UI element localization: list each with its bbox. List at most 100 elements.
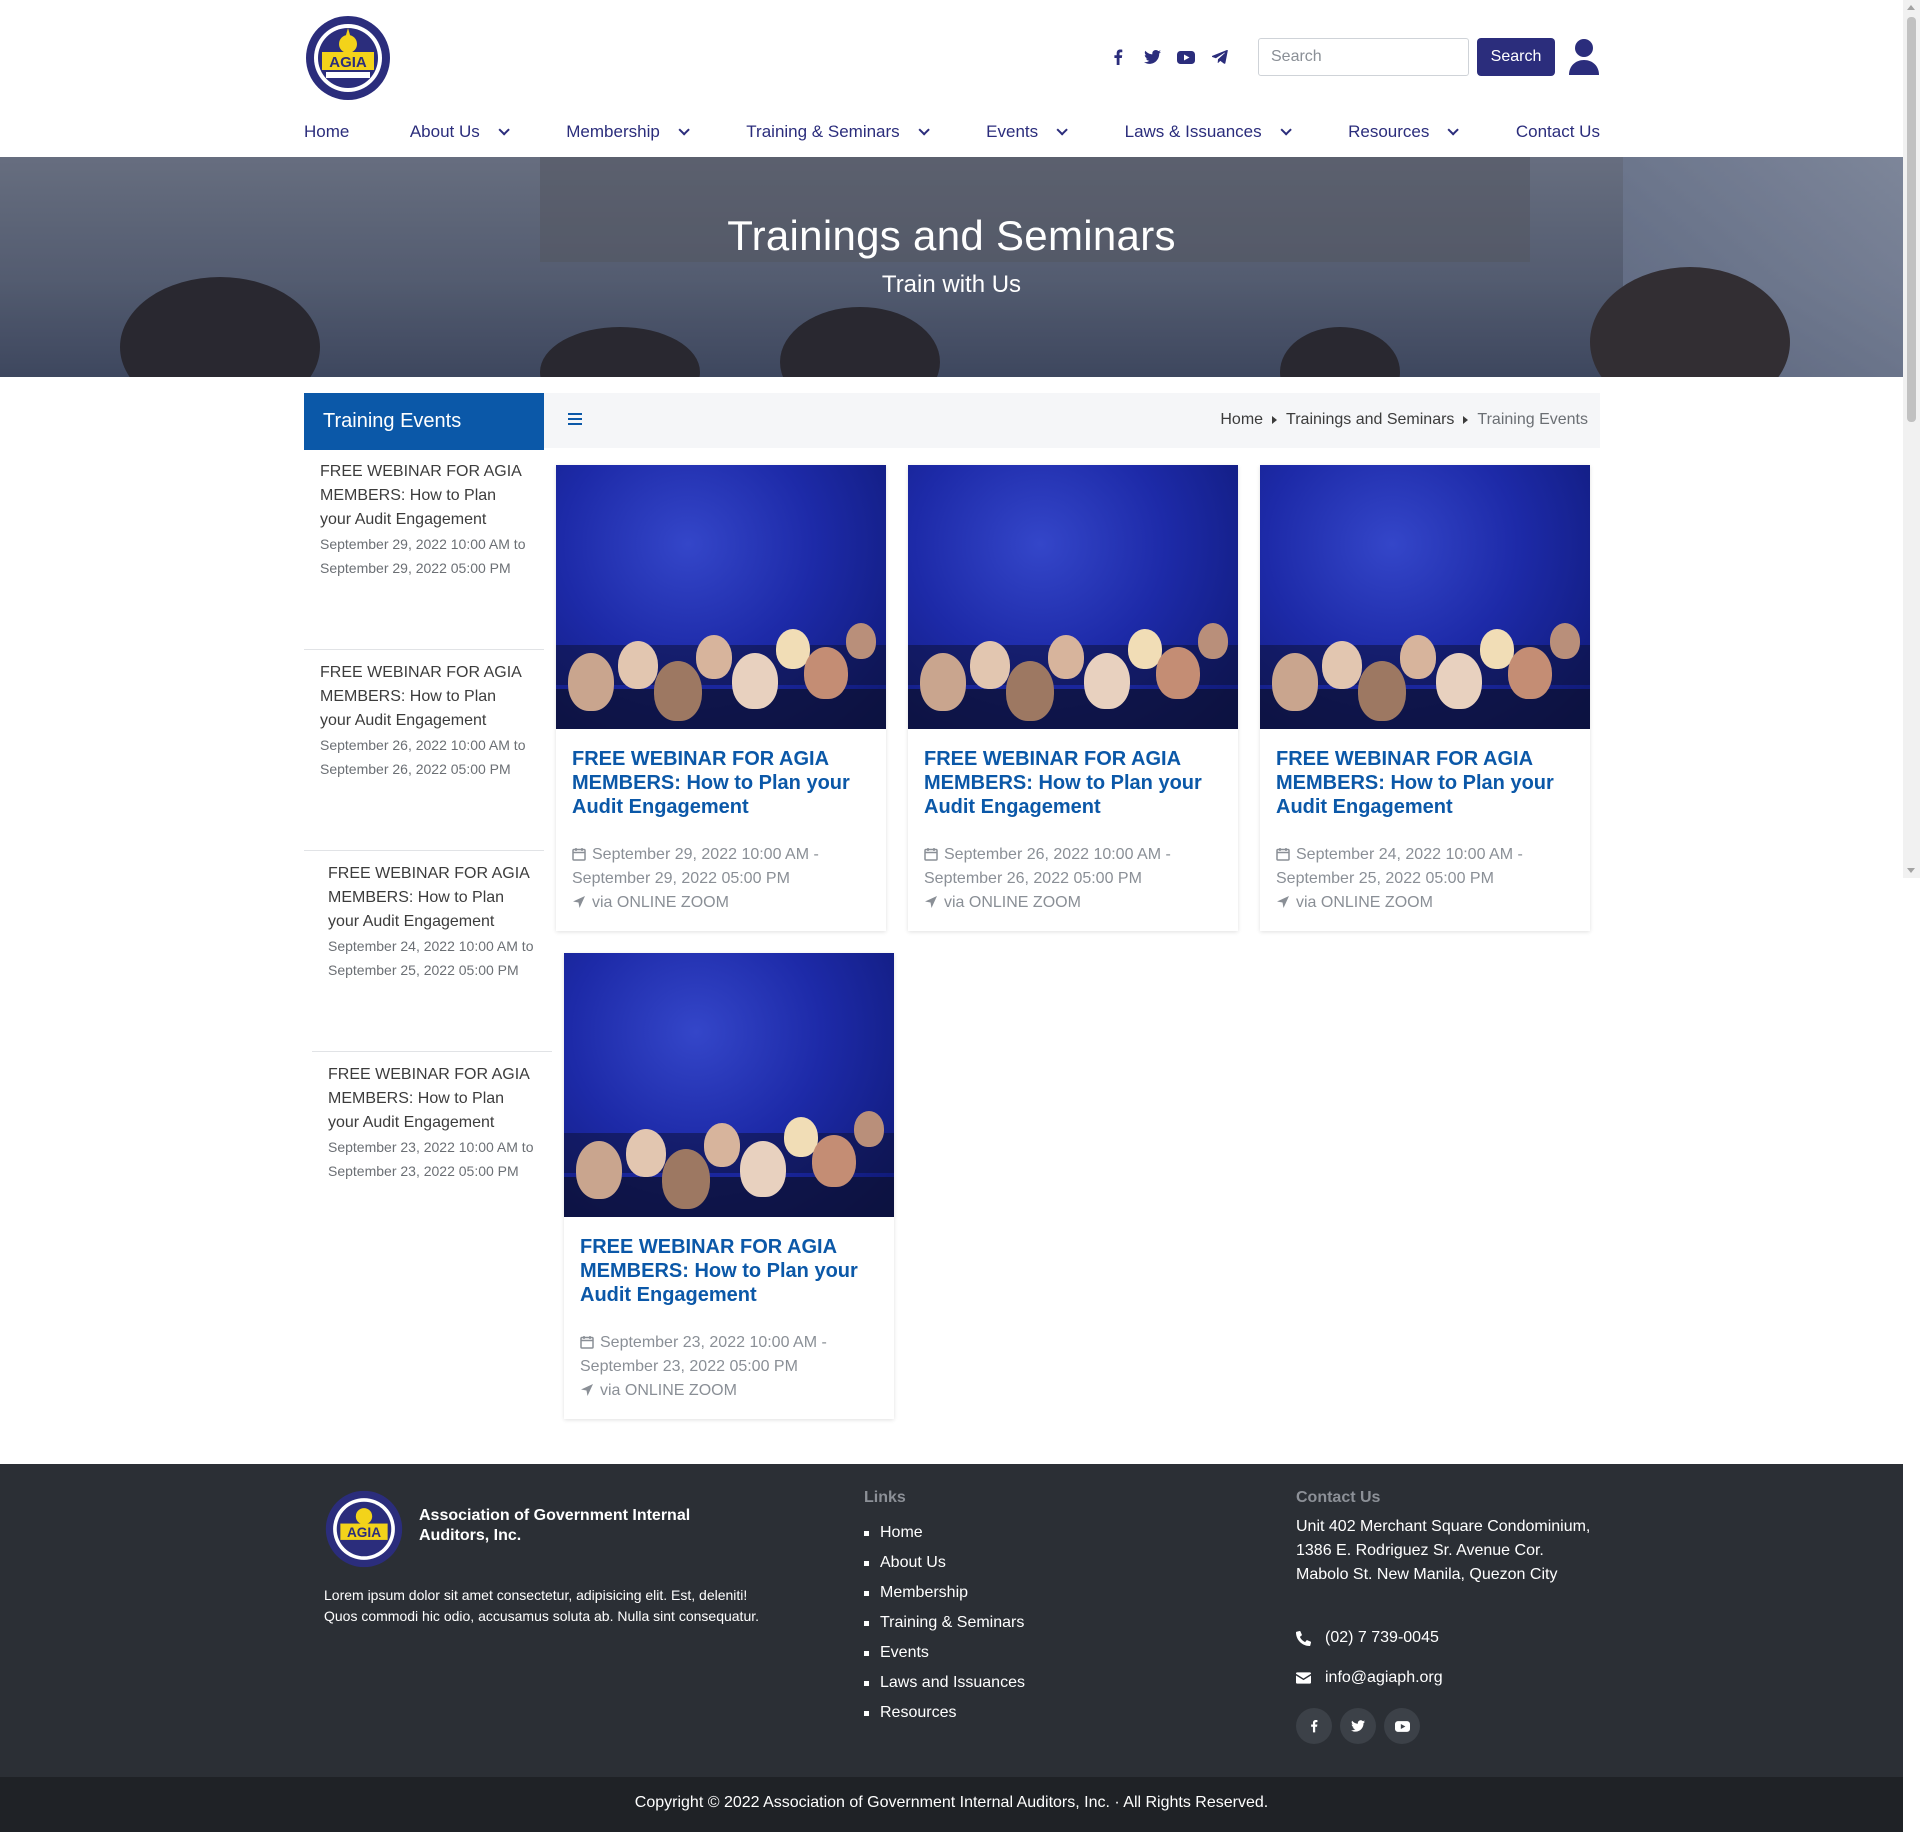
sidebar-title: Training Events — [304, 393, 544, 450]
event-card-venue: via ONLINE ZOOM — [600, 1382, 737, 1399]
footer-link[interactable]: Events — [864, 1638, 1025, 1668]
user-account-icon[interactable] — [1568, 38, 1600, 76]
sidebar-event-title: FREE WEBINAR FOR AGIA MEMBERS: How to Pl… — [320, 664, 521, 729]
facebook-icon[interactable] — [1296, 1708, 1332, 1744]
nav-item-about-us[interactable]: About Us — [410, 122, 510, 142]
search-input[interactable] — [1258, 38, 1469, 76]
event-card-date: September 24, 2022 10:00 AM - September … — [1276, 846, 1523, 887]
audience-person — [1048, 635, 1084, 679]
audience-person — [696, 635, 732, 679]
nav-item-label: Training & Seminars — [746, 122, 900, 141]
event-card-meta: September 26, 2022 10:00 AM - September … — [908, 819, 1238, 931]
breadcrumb-home[interactable]: Home — [1220, 411, 1263, 429]
content-toolbar: Home Trainings and Seminars Training Eve… — [544, 393, 1600, 448]
page-scrollbar[interactable] — [1903, 0, 1920, 878]
event-card-image[interactable] — [564, 953, 894, 1217]
audience-person — [1198, 623, 1228, 659]
event-card-image[interactable] — [1260, 465, 1590, 729]
event-card-image[interactable] — [908, 465, 1238, 729]
audience-person — [740, 1141, 786, 1197]
footer-phone-text: (02) 7 739-0045 — [1325, 1629, 1439, 1646]
footer-link[interactable]: Home — [864, 1518, 1025, 1548]
facebook-icon[interactable] — [1108, 47, 1128, 67]
event-card-title[interactable]: FREE WEBINAR FOR AGIA MEMBERS: How to Pl… — [564, 1217, 894, 1307]
event-card-title[interactable]: FREE WEBINAR FOR AGIA MEMBERS: How to Pl… — [908, 729, 1238, 819]
nav-item-resources[interactable]: Resources — [1348, 122, 1460, 142]
event-card-date: September 26, 2022 10:00 AM - September … — [924, 846, 1171, 887]
calendar-icon — [572, 848, 586, 861]
audience-person — [970, 641, 1010, 689]
event-card-image[interactable] — [556, 465, 886, 729]
youtube-icon[interactable] — [1176, 47, 1196, 67]
footer-link[interactable]: About Us — [864, 1548, 1025, 1578]
audience-person — [732, 653, 778, 709]
breadcrumb-current: Training Events — [1477, 411, 1588, 428]
audience-person — [654, 661, 702, 721]
audience-person — [704, 1123, 740, 1167]
nav-item-label: Events — [986, 122, 1039, 141]
audience-person — [576, 1141, 622, 1199]
menu-toggle-icon[interactable] — [568, 413, 582, 425]
event-card-venue: via ONLINE ZOOM — [592, 894, 729, 911]
nav-item-training-seminars[interactable]: Training & Seminars — [746, 122, 930, 142]
chevron-down-icon — [1280, 124, 1292, 136]
footer-email-text[interactable]: info@agiaph.org — [1325, 1669, 1443, 1687]
sidebar-event-date: September 23, 2022 10:00 AM to September… — [328, 1139, 534, 1179]
hero-banner: Trainings and Seminars Train with Us — [0, 157, 1903, 377]
sidebar-event-item[interactable]: FREE WEBINAR FOR AGIA MEMBERS: How to Pl… — [312, 862, 552, 1052]
nav-item-events[interactable]: Events — [986, 122, 1068, 142]
audience-person — [1156, 647, 1200, 699]
twitter-icon[interactable] — [1142, 47, 1162, 67]
breadcrumb-trainings[interactable]: Trainings and Seminars — [1286, 411, 1454, 429]
footer-link[interactable]: Training & Seminars — [864, 1608, 1025, 1638]
youtube-icon[interactable] — [1384, 1708, 1420, 1744]
twitter-icon[interactable] — [1340, 1708, 1376, 1744]
sidebar-event-date: September 24, 2022 10:00 AM to September… — [328, 938, 534, 978]
event-card-date: September 23, 2022 10:00 AM - September … — [580, 1334, 827, 1375]
header-social-links — [1108, 47, 1230, 67]
event-card-venue: via ONLINE ZOOM — [944, 894, 1081, 911]
footer-link[interactable]: Membership — [864, 1578, 1025, 1608]
breadcrumb-separator-icon — [1463, 416, 1469, 424]
search-button[interactable]: Search — [1477, 38, 1555, 76]
event-card[interactable]: FREE WEBINAR FOR AGIA MEMBERS: How to Pl… — [564, 953, 894, 1419]
sidebar-event-title: FREE WEBINAR FOR AGIA MEMBERS: How to Pl… — [328, 865, 529, 930]
sidebar-event-item[interactable]: FREE WEBINAR FOR AGIA MEMBERS: How to Pl… — [304, 661, 544, 851]
breadcrumb-separator-icon — [1272, 416, 1278, 424]
audience-person — [846, 623, 876, 659]
event-card[interactable]: FREE WEBINAR FOR AGIA MEMBERS: How to Pl… — [1260, 465, 1590, 931]
nav-item-label: Membership — [566, 122, 660, 141]
sidebar-event-item[interactable]: FREE WEBINAR FOR AGIA MEMBERS: How to Pl… — [304, 460, 544, 650]
nav-item-home[interactable]: Home — [304, 122, 349, 142]
scroll-up-arrow-icon[interactable] — [1907, 5, 1915, 10]
footer-link[interactable]: Laws and Issuances — [864, 1668, 1025, 1698]
event-card[interactable]: FREE WEBINAR FOR AGIA MEMBERS: How to Pl… — [556, 465, 886, 931]
sidebar-event-item[interactable]: FREE WEBINAR FOR AGIA MEMBERS: How to Pl… — [312, 1063, 552, 1253]
footer-org-name: Association of Government Internal Audit… — [419, 1507, 691, 1544]
site-header: AGIA Search Home About Us Membership Traini… — [0, 0, 1903, 157]
audience-person — [1272, 653, 1318, 711]
scrollbar-thumb[interactable] — [1907, 17, 1916, 422]
agia-logo[interactable]: AGIA — [304, 14, 392, 102]
audience-person — [1322, 641, 1362, 689]
audience-person — [854, 1111, 884, 1147]
calendar-icon — [924, 848, 938, 861]
location-arrow-icon — [1277, 896, 1289, 908]
nav-item-membership[interactable]: Membership — [566, 122, 690, 142]
nav-item-contact-us[interactable]: Contact Us — [1516, 122, 1600, 142]
footer-email[interactable]: info@agiaph.org — [1296, 1669, 1443, 1687]
scroll-down-arrow-icon[interactable] — [1907, 868, 1915, 873]
audience-person — [568, 653, 614, 711]
calendar-icon — [580, 1336, 594, 1349]
event-card[interactable]: FREE WEBINAR FOR AGIA MEMBERS: How to Pl… — [908, 465, 1238, 931]
event-card-title[interactable]: FREE WEBINAR FOR AGIA MEMBERS: How to Pl… — [1260, 729, 1590, 819]
event-card-title[interactable]: FREE WEBINAR FOR AGIA MEMBERS: How to Pl… — [556, 729, 886, 819]
telegram-icon[interactable] — [1210, 47, 1230, 67]
nav-item-laws-issuances[interactable]: Laws & Issuances — [1125, 122, 1292, 142]
audience-person — [1550, 623, 1580, 659]
footer-link[interactable]: Resources — [864, 1698, 1025, 1728]
footer-about-text: Lorem ipsum dolor sit amet consectetur, … — [324, 1587, 760, 1624]
page-subtitle: Train with Us — [881, 271, 1022, 298]
event-card-date: September 29, 2022 10:00 AM - September … — [572, 846, 819, 887]
audience-person — [1358, 661, 1406, 721]
